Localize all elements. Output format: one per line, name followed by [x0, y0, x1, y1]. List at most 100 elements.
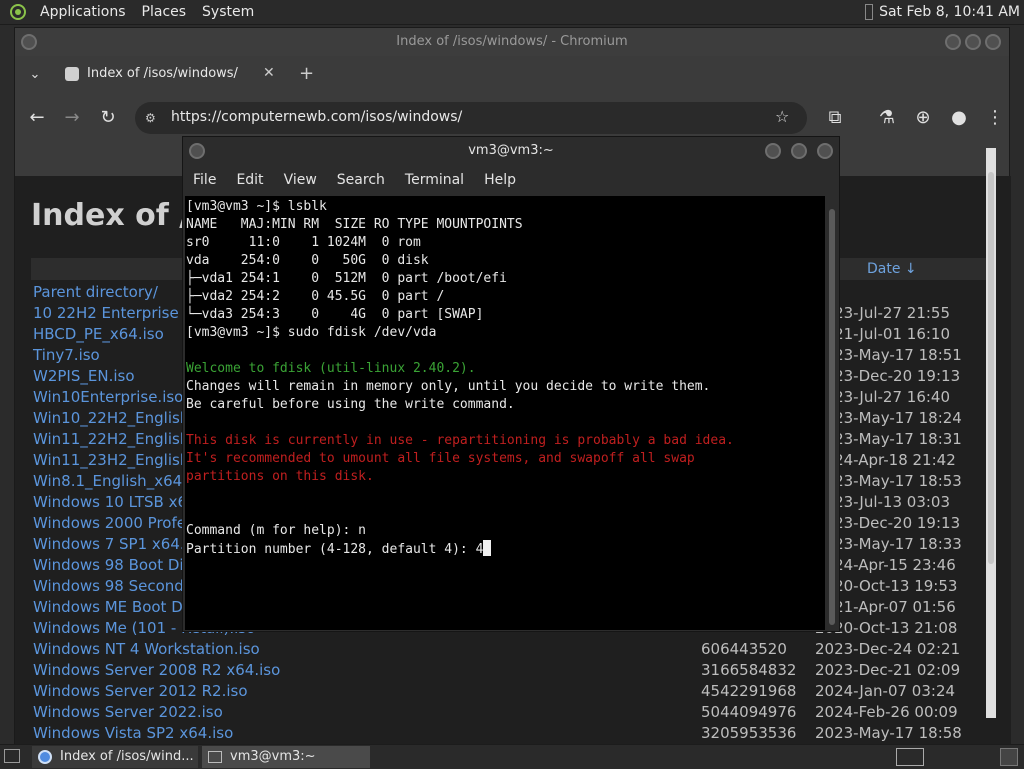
terminal-line: sr0 11:0 1 1024M 0 rom [186, 235, 421, 250]
back-arrow-icon[interactable]: ← [25, 106, 49, 130]
distro-logo-icon[interactable] [10, 4, 26, 20]
date-column-header[interactable]: Date ↓ [867, 258, 917, 280]
tab-title: Index of /isos/windows/ [87, 66, 238, 81]
file-name-link[interactable]: Windows Server 2022.iso [33, 702, 223, 723]
terminal-line: [vm3@vm3 ~]$ sudo fdisk /dev/vda [186, 325, 437, 340]
panel-separator-icon [865, 4, 874, 20]
more-menu-icon[interactable]: ⋮ [983, 106, 1007, 130]
show-desktop-icon[interactable] [4, 749, 20, 763]
terminal-line: It's recommended to umount all file syst… [186, 451, 695, 466]
terminal-menu-file[interactable]: File [183, 172, 226, 188]
taskbar-item-label: vm3@vm3:~ [230, 749, 316, 764]
site-info-icon[interactable]: ⚙ [145, 111, 156, 125]
file-name-link[interactable]: Windows 7 SP1 x64.iso [33, 534, 206, 555]
file-name-link[interactable]: Windows Server 2008 R2 x64.iso [33, 660, 280, 681]
terminal-line: Partition number (4-128, default 4): 4 [186, 542, 484, 557]
terminal-line: Be careful before using the write comman… [186, 397, 515, 412]
file-name-link[interactable]: Win10Enterprise.iso [33, 387, 183, 408]
trash-icon[interactable] [1000, 748, 1018, 766]
file-name-link[interactable]: Windows NT 4 Workstation.iso [33, 639, 260, 660]
bookmark-star-icon[interactable]: ☆ [775, 107, 789, 126]
terminal-line: ├─vda2 254:2 0 45.5G 0 part / [186, 289, 445, 304]
file-size: 4542291968 [701, 682, 797, 700]
terminal-icon [208, 751, 222, 763]
file-name-link[interactable]: Windows Server 2012 R2.iso [33, 681, 248, 702]
terminal-maximize-icon[interactable] [791, 143, 807, 159]
terminal-line: Command (m for help): n [186, 523, 367, 538]
profile-avatar-icon[interactable]: ● [947, 106, 971, 130]
file-date: 2023-Dec-24 02:21 [815, 640, 961, 658]
file-date: 2024-Jan-07 03:24 [815, 682, 956, 700]
tab-close-icon[interactable]: ✕ [263, 65, 275, 81]
terminal-line: └─vda3 254:3 0 4G 0 part [SWAP] [186, 307, 484, 322]
file-name-link[interactable]: HBCD_PE_x64.iso [33, 324, 164, 345]
file-date: 2024-Feb-26 00:09 [815, 703, 958, 721]
file-date: 2023-Dec-21 02:09 [815, 661, 961, 679]
terminal-menu-help[interactable]: Help [474, 172, 526, 188]
terminal-titlebar[interactable]: vm3@vm3:~ [183, 137, 839, 165]
places-menu[interactable]: Places [134, 4, 195, 20]
file-name-link[interactable]: W2PIS_EN.iso [33, 366, 135, 387]
chromium-icon [38, 750, 52, 764]
terminal-output[interactable]: [vm3@vm3 ~]$ lsblk NAME MAJ:MIN RM SIZE … [185, 196, 825, 630]
browser-window-title: Index of /isos/windows/ - Chromium [396, 34, 628, 49]
terminal-menu-view[interactable]: View [274, 172, 327, 188]
terminal-close-icon[interactable] [817, 143, 833, 159]
terminal-line: This disk is currently in use - repartit… [186, 433, 734, 448]
taskbar-item-terminal[interactable]: vm3@vm3:~ [202, 746, 370, 768]
file-name-link[interactable]: Tiny7.iso [33, 345, 100, 366]
window-menu-icon[interactable] [21, 34, 37, 50]
taskbar-item-label: Index of /isos/wind... [60, 749, 194, 764]
minimize-icon[interactable] [945, 34, 961, 50]
workspace-switcher-icon[interactable] [896, 748, 924, 766]
terminal-window: vm3@vm3:~ File Edit View Search Terminal… [182, 136, 840, 632]
maximize-icon[interactable] [965, 34, 981, 50]
tab-index-windows[interactable]: Index of /isos/windows/ ✕ [15, 56, 285, 94]
table-row[interactable]: Windows Server 2022.iso 5044094976 2024-Fe… [15, 702, 995, 723]
table-row[interactable]: Windows Server 2012 R2.iso 4542291968 2024… [15, 681, 995, 702]
file-size: 606443520 [701, 640, 787, 658]
terminal-menu-search[interactable]: Search [327, 172, 395, 188]
taskbar: Index of /isos/wind... vm3@vm3:~ [0, 744, 1024, 769]
file-size: 3166584832 [701, 661, 797, 679]
browser-toolbar: ← → ↻ ⚙ https://computernewb.com/isos/wi… [15, 94, 1009, 138]
url-text: https://computernewb.com/isos/windows/ [171, 109, 463, 125]
browser-titlebar[interactable]: Index of /isos/windows/ - Chromium [15, 28, 1009, 56]
table-row[interactable]: Windows Server 2008 R2 x64.iso 3166584832… [15, 660, 995, 681]
labs-flask-icon[interactable]: ⚗ [875, 106, 899, 130]
tab-bar: ⌄ Index of /isos/windows/ ✕ + [15, 56, 1009, 94]
file-name-link[interactable]: Windows Vista SP2 x64.iso [33, 723, 233, 744]
table-row[interactable]: Windows Vista SP2 x64.iso 3205953536 2023-… [15, 723, 995, 744]
close-icon[interactable] [985, 34, 1001, 50]
download-icon[interactable]: ⊕ [911, 106, 935, 130]
system-menu[interactable]: System [194, 4, 262, 20]
terminal-line: Changes will remain in memory only, unti… [186, 379, 711, 394]
table-row[interactable]: Windows NT 4 Workstation.iso 606443520 202… [15, 639, 995, 660]
file-name-link[interactable]: Parent directory/ [33, 282, 158, 303]
terminal-line: Welcome to fdisk (util-linux 2.40.2). [186, 361, 476, 376]
terminal-line: partitions on this disk. [186, 469, 374, 484]
applications-menu[interactable]: Applications [32, 4, 134, 20]
address-bar[interactable]: ⚙ https://computernewb.com/isos/windows/… [135, 102, 807, 134]
forward-arrow-icon[interactable]: → [60, 106, 84, 130]
terminal-line: [vm3@vm3 ~]$ lsblk [186, 199, 327, 214]
new-tab-icon[interactable]: + [299, 63, 314, 84]
reload-icon[interactable]: ↻ [96, 106, 120, 130]
terminal-cursor [483, 540, 492, 556]
clock[interactable]: Sat Feb 8, 10:41 AM [879, 4, 1020, 20]
terminal-window-title: vm3@vm3:~ [468, 143, 554, 158]
terminal-scrollbar-thumb[interactable] [829, 209, 835, 625]
terminal-minimize-icon[interactable] [765, 143, 781, 159]
favicon-icon [65, 67, 79, 81]
terminal-menu-edit[interactable]: Edit [226, 172, 273, 188]
file-date: 2023-May-17 18:58 [815, 724, 962, 742]
terminal-menubar: File Edit View Search Terminal Help [183, 165, 839, 195]
top-panel: Applications Places System Sat Feb 8, 10… [0, 0, 1024, 25]
terminal-menu-terminal[interactable]: Terminal [395, 172, 474, 188]
terminal-window-menu-icon[interactable] [189, 143, 205, 159]
page-scrollbar-thumb[interactable] [988, 172, 994, 564]
file-size: 5044094976 [701, 703, 797, 721]
file-size: 3205953536 [701, 724, 797, 742]
taskbar-item-browser[interactable]: Index of /isos/wind... [32, 746, 198, 768]
extensions-icon[interactable]: ⧉ [823, 106, 847, 130]
